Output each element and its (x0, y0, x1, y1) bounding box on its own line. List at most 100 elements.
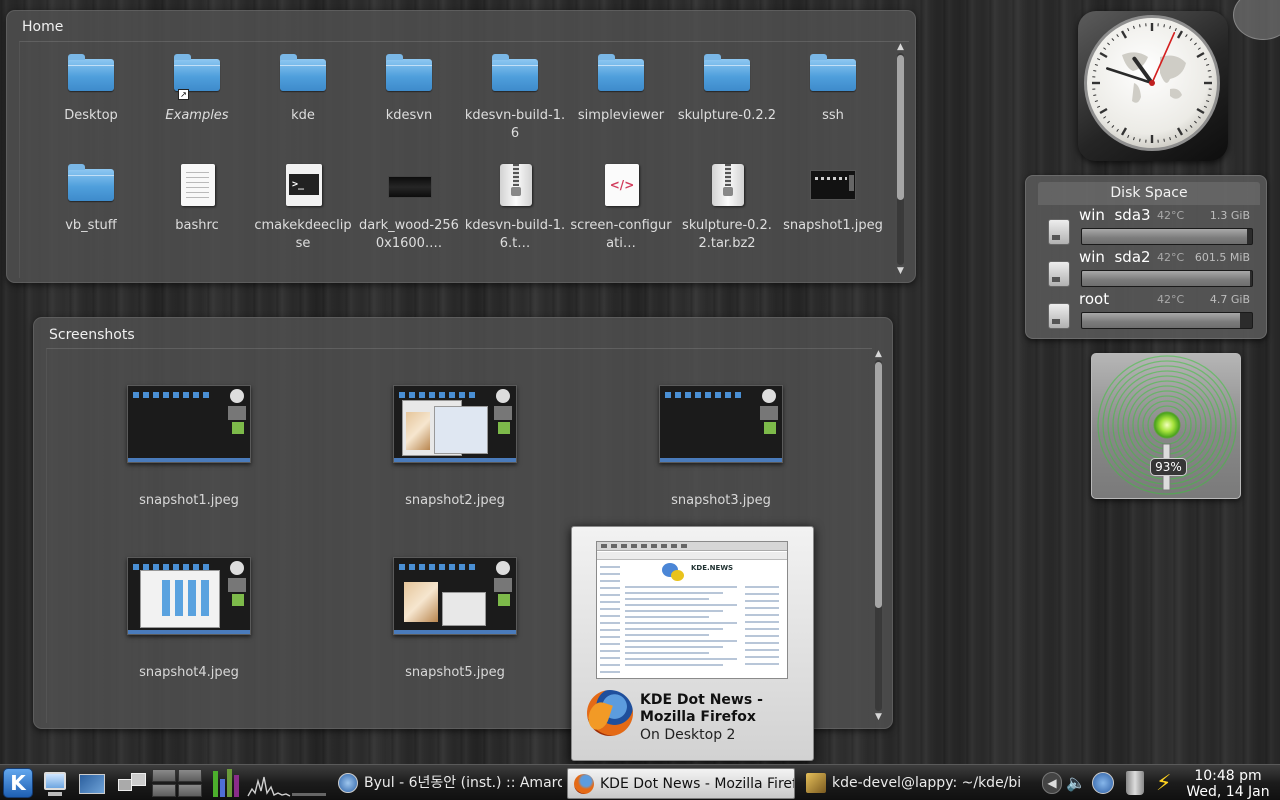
scroll-up-arrow-icon[interactable]: ▲ (894, 41, 907, 53)
taskbar-task-button[interactable]: Byul - 6년동안 (inst.) :: Amarok (332, 768, 562, 799)
screenshots-scroll-thumb[interactable] (875, 362, 882, 608)
preview-text-line (625, 664, 723, 666)
preview-text-line (600, 629, 620, 631)
home-file-item[interactable]: bashrc (144, 162, 250, 272)
pager-desktop-1[interactable] (152, 769, 176, 782)
home-file-item[interactable]: kdesvn-build-1.6 (462, 52, 568, 162)
home-file-item[interactable]: >_ cmakekdeeclipse (250, 162, 356, 272)
disk-free-size: 4.7 GiB (1209, 293, 1250, 306)
trash-icon[interactable] (1126, 771, 1144, 795)
home-file-label: kdesvn-build-1.6.t… (464, 218, 566, 251)
desktop-pager[interactable] (152, 769, 204, 798)
network-launcher-icon[interactable] (116, 769, 148, 797)
terminal-script-icon: >_ (279, 162, 327, 210)
home-file-label: vb_stuff (65, 218, 117, 233)
folder-icon (67, 52, 115, 100)
screenshots-panel-title: Screenshots (49, 327, 135, 343)
disk-usage-bar (1081, 228, 1253, 245)
home-file-item[interactable]: kdesvn-build-1.6.t… (462, 162, 568, 272)
home-file-item[interactable]: simpleviewer (568, 52, 674, 162)
disk-row[interactable]: root 42°C 4.7 GiB (1034, 290, 1260, 332)
pager-desktop-2[interactable] (178, 769, 202, 782)
screenshot-file-item[interactable]: snapshot5.jpeg (335, 557, 575, 680)
preview-text-line (625, 640, 737, 642)
preview-text-line (625, 592, 723, 594)
taskbar-task-button[interactable]: KDE Dot News - Mozilla Firefox (567, 768, 795, 799)
screenshot-thumbnail (659, 385, 783, 463)
screenshot-file-item[interactable]: snapshot2.jpeg (335, 385, 575, 508)
taskbar-task-button[interactable]: kde-devel@lappy: ~/kde/bin (800, 768, 1022, 799)
screenshots-scrollbar[interactable]: ▲ ▼ (872, 348, 885, 723)
screenshot-thumbnail (393, 385, 517, 463)
disk-row[interactable]: win sda2 42°C 601.5 MiB (1034, 248, 1260, 290)
kde-logo-icon[interactable]: K (3, 768, 33, 798)
pager-desktop-3[interactable] (152, 784, 176, 797)
desktop-toolbox-cashew[interactable] (1233, 0, 1280, 40)
screenshot-file-label: snapshot2.jpeg (405, 493, 505, 508)
preview-text-line (600, 622, 620, 624)
system-monitor-bars-icon[interactable] (210, 769, 242, 797)
folder-icon (67, 162, 115, 210)
home-file-label: cmakekdeeclipse (254, 218, 352, 251)
pager-desktop-4[interactable] (178, 784, 202, 797)
volume-speaker-icon[interactable]: 🔈 (1066, 773, 1088, 793)
home-file-item[interactable]: snapshot1.jpeg (780, 162, 886, 272)
scroll-down-arrow-icon[interactable]: ▼ (894, 265, 907, 277)
home-file-item[interactable]: ssh (780, 52, 886, 162)
preview-text-line (600, 608, 620, 610)
home-scroll-thumb[interactable] (897, 55, 904, 200)
home-scrollbar[interactable]: ▲ ▼ (894, 41, 907, 277)
home-file-item[interactable]: skulpture-0.2.2.tar.bz2 (674, 162, 780, 272)
archive-icon (703, 162, 751, 210)
preview-text-line (600, 601, 620, 603)
home-file-item[interactable]: dark_wood-2560x1600.… (356, 162, 462, 272)
home-file-item[interactable]: Desktop (38, 52, 144, 162)
network-load-graph-icon[interactable] (246, 769, 328, 797)
scroll-down-arrow-icon[interactable]: ▼ (872, 711, 885, 723)
home-file-item[interactable]: skulpture-0.2.2 (674, 52, 780, 162)
image-thumbnail-icon (809, 162, 857, 210)
preview-text-line (600, 615, 620, 617)
wireless-signal-widget[interactable]: 93% (1091, 353, 1241, 499)
hard-drive-icon (1048, 261, 1070, 287)
preview-text-line (600, 664, 620, 666)
home-file-label: snapshot1.jpeg (783, 218, 883, 233)
hard-drive-icon (1048, 219, 1070, 245)
battery-power-icon[interactable]: ⚡ (1156, 771, 1182, 797)
disk-space-widget: Disk Space win sda3 42°C 1.3 GiB win sda2 42… (1025, 175, 1267, 339)
disk-name: win sda3 (1079, 206, 1151, 224)
scroll-up-arrow-icon[interactable]: ▲ (872, 348, 885, 360)
screenshot-file-item[interactable]: snapshot3.jpeg (601, 385, 841, 508)
show-desktop-icon[interactable] (76, 769, 108, 797)
tooltip-window-title: KDE Dot News - Mozilla Firefox (640, 692, 763, 725)
preview-text-line (625, 622, 737, 624)
firefox-icon (574, 774, 594, 794)
computer-launcher-icon[interactable] (40, 769, 70, 797)
disk-name: win sda2 (1079, 248, 1151, 266)
preview-text-line (600, 580, 620, 582)
preview-text-line (745, 614, 779, 616)
home-file-item[interactable]: ↗ Examples (144, 52, 250, 162)
screenshot-file-item[interactable]: snapshot1.jpeg (69, 385, 309, 508)
home-file-item[interactable]: vb_stuff (38, 162, 144, 272)
screenshot-file-label: snapshot1.jpeg (139, 493, 239, 508)
firefox-icon (587, 690, 633, 736)
preview-text-line (745, 635, 779, 637)
network-manager-icon[interactable] (1092, 772, 1114, 794)
archive-icon (491, 162, 539, 210)
clock-time: 10:48 pm (1194, 768, 1262, 784)
disk-row[interactable]: win sda3 42°C 1.3 GiB (1034, 206, 1260, 248)
preview-text-line (625, 646, 723, 648)
wifi-signal-icon (1097, 355, 1237, 495)
tray-collapse-arrow-icon[interactable]: ◀ (1042, 772, 1062, 794)
tooltip-desktop-label: On Desktop 2 (640, 727, 736, 743)
digital-clock[interactable]: 10:48 pm Wed, 14 Jan (1186, 768, 1270, 800)
home-file-item[interactable]: kde (250, 52, 356, 162)
home-file-item[interactable]: </> screen-configurati… (568, 162, 674, 272)
home-file-item[interactable]: kdesvn (356, 52, 462, 162)
screenshot-thumbnail (127, 385, 251, 463)
screenshot-file-item[interactable]: snapshot4.jpeg (69, 557, 309, 680)
home-file-label: ssh (822, 108, 844, 123)
preview-text-line (625, 658, 737, 660)
analog-clock-widget[interactable] (1078, 11, 1228, 161)
